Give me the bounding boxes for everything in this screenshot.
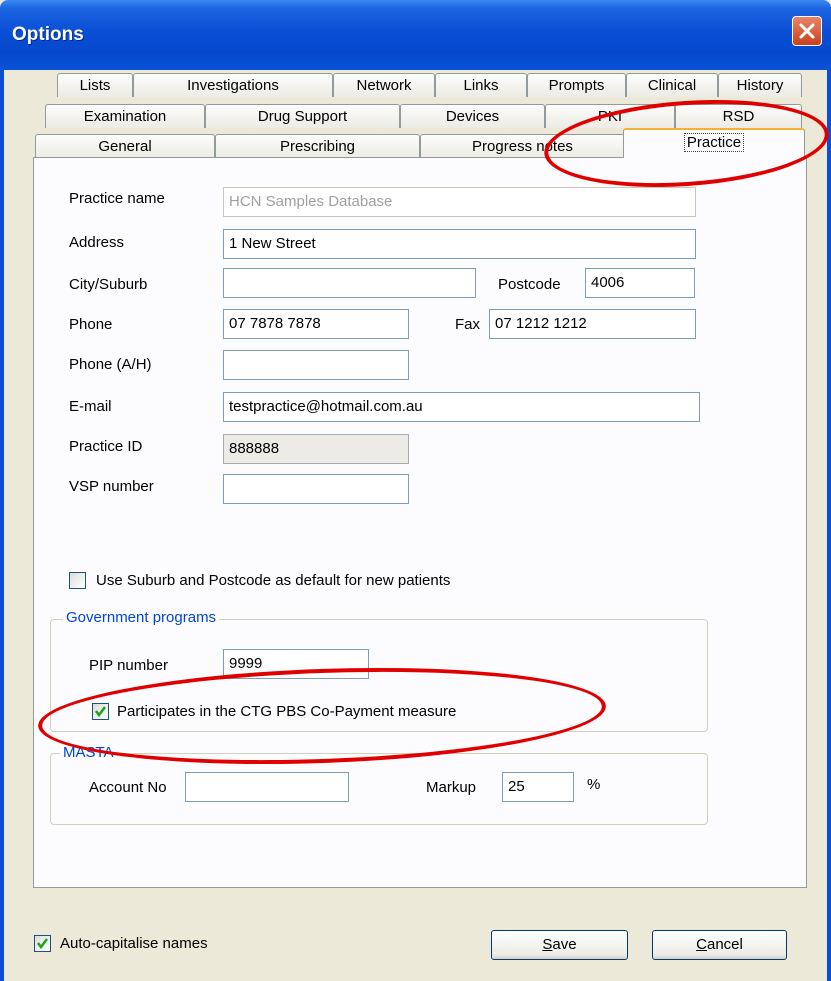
window-frame-left <box>0 70 4 981</box>
phone-field[interactable]: 07 7878 7878 <box>223 309 409 339</box>
use-suburb-checkbox[interactable] <box>69 572 86 589</box>
save-label: ave <box>552 936 577 953</box>
city-field[interactable] <box>223 268 476 298</box>
tab-lists[interactable]: Lists <box>57 73 133 97</box>
tab-label: Examination <box>83 108 167 125</box>
use-suburb-label: Use Suburb and Postcode as default for n… <box>96 572 451 589</box>
tab-label: Clinical <box>647 77 697 94</box>
account-no-field[interactable] <box>185 772 349 802</box>
practice-id-label: Practice ID <box>69 438 143 455</box>
government-programs-title: Government programs <box>63 609 220 626</box>
tab-prompts[interactable]: Prompts <box>527 73 626 97</box>
close-button[interactable] <box>792 16 822 46</box>
tab-network[interactable]: Network <box>333 73 435 97</box>
tab-progress-notes[interactable]: Progress notes <box>420 134 625 158</box>
email-field[interactable]: testpractice@hotmail.com.au <box>223 392 700 422</box>
tab-prescribing[interactable]: Prescribing <box>215 134 420 158</box>
markup-label: Markup <box>426 779 477 796</box>
pip-label: PIP number <box>89 657 168 674</box>
practice-name-field[interactable]: HCN Samples Database <box>223 187 696 217</box>
window-title: Options <box>12 24 84 45</box>
address-field[interactable]: 1 New Street <box>223 229 696 259</box>
postcode-label: Postcode <box>498 276 561 293</box>
tab-drug-support[interactable]: Drug Support <box>205 104 400 128</box>
address-label: Address <box>69 234 125 251</box>
practice-id-field[interactable]: 888888 <box>223 434 409 464</box>
tab-label: Devices <box>445 108 500 125</box>
tab-label: General <box>98 138 152 155</box>
ctg-label: Participates in the CTG PBS Co-Payment m… <box>117 703 457 720</box>
tab-general[interactable]: General <box>35 134 215 158</box>
vsp-field[interactable] <box>223 474 409 504</box>
tab-investigations[interactable]: Investigations <box>133 73 333 97</box>
auto-capitalise-label: Auto-capitalise names <box>60 935 208 952</box>
cancel-label: ancel <box>706 936 743 953</box>
tab-label: Drug Support <box>257 108 348 125</box>
checkmark-icon <box>95 706 106 718</box>
tab-label: Network <box>356 77 412 94</box>
fax-label: Fax <box>455 316 481 333</box>
auto-capitalise-checkbox[interactable] <box>34 935 51 952</box>
markup-field[interactable]: 25 <box>502 772 574 802</box>
tab-devices[interactable]: Devices <box>400 104 545 128</box>
tab-links[interactable]: Links <box>435 73 527 97</box>
tab-label: Practice <box>683 133 745 152</box>
tab-label: Investigations <box>187 77 279 94</box>
tab-history[interactable]: History <box>718 73 802 97</box>
tab-pki[interactable]: PKI <box>545 104 675 128</box>
tab-label: PKI <box>597 108 623 125</box>
vsp-label: VSP number <box>69 478 154 495</box>
checkmark-icon <box>37 938 48 950</box>
tab-label: Prompts <box>548 77 605 94</box>
tab-label: RSD <box>722 108 755 125</box>
practice-name-label: Practice name <box>69 190 165 207</box>
fax-field[interactable]: 07 1212 1212 <box>489 309 696 339</box>
options-dialog: Options Lists Investigations Network Lin… <box>0 0 831 981</box>
masta-title: MASTA <box>60 744 117 761</box>
pip-field[interactable]: 9999 <box>223 649 369 679</box>
tab-label: History <box>736 77 784 94</box>
save-mnemonic: S <box>542 936 553 953</box>
cancel-mnemonic: C <box>696 936 707 953</box>
tab-practice[interactable]: Practice <box>623 128 805 158</box>
title-bar[interactable]: Options <box>0 0 831 70</box>
tab-label: Progress notes <box>472 138 573 155</box>
postcode-field[interactable]: 4006 <box>585 268 695 298</box>
window-frame-right <box>827 70 831 981</box>
phone-ah-field[interactable] <box>223 350 409 380</box>
ctg-checkbox[interactable] <box>92 703 109 720</box>
tab-clinical[interactable]: Clinical <box>626 73 718 97</box>
tab-examination[interactable]: Examination <box>45 104 205 128</box>
close-icon <box>799 23 815 39</box>
phone-label: Phone <box>69 316 113 333</box>
tab-rsd[interactable]: RSD <box>675 104 802 128</box>
phone-ah-label: Phone (A/H) <box>69 356 152 373</box>
cancel-button[interactable]: Cancel <box>652 930 787 960</box>
tab-label: Links <box>463 77 499 94</box>
city-label: City/Suburb <box>69 276 148 293</box>
tab-label: Lists <box>79 77 111 94</box>
tab-label: Prescribing <box>279 138 356 155</box>
save-button[interactable]: Save <box>491 930 628 960</box>
email-label: E-mail <box>69 398 112 415</box>
percent-label: % <box>587 776 601 793</box>
account-no-label: Account No <box>89 779 167 796</box>
